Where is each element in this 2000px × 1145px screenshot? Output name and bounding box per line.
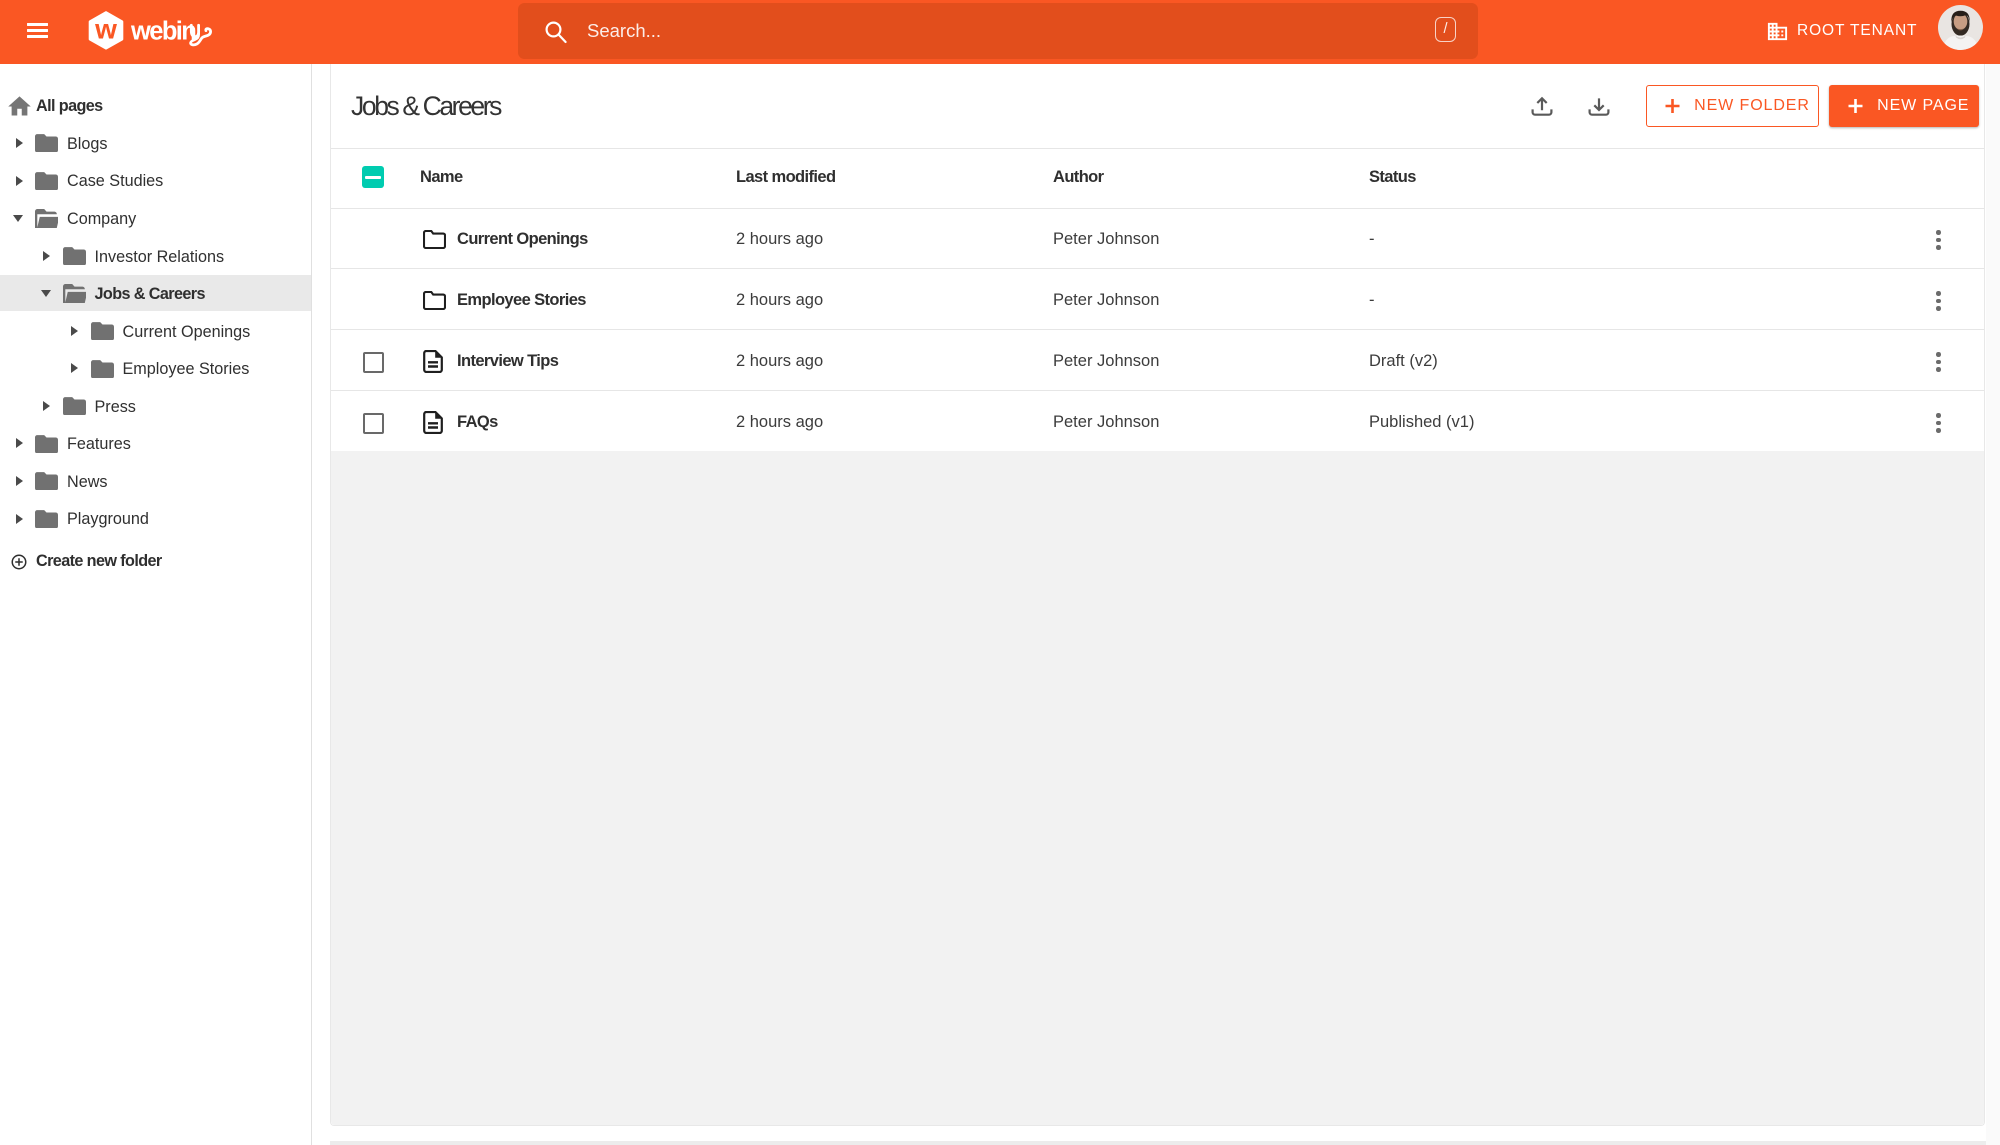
svg-text:w: w [94, 13, 117, 44]
svg-text:webin: webin [130, 18, 195, 46]
